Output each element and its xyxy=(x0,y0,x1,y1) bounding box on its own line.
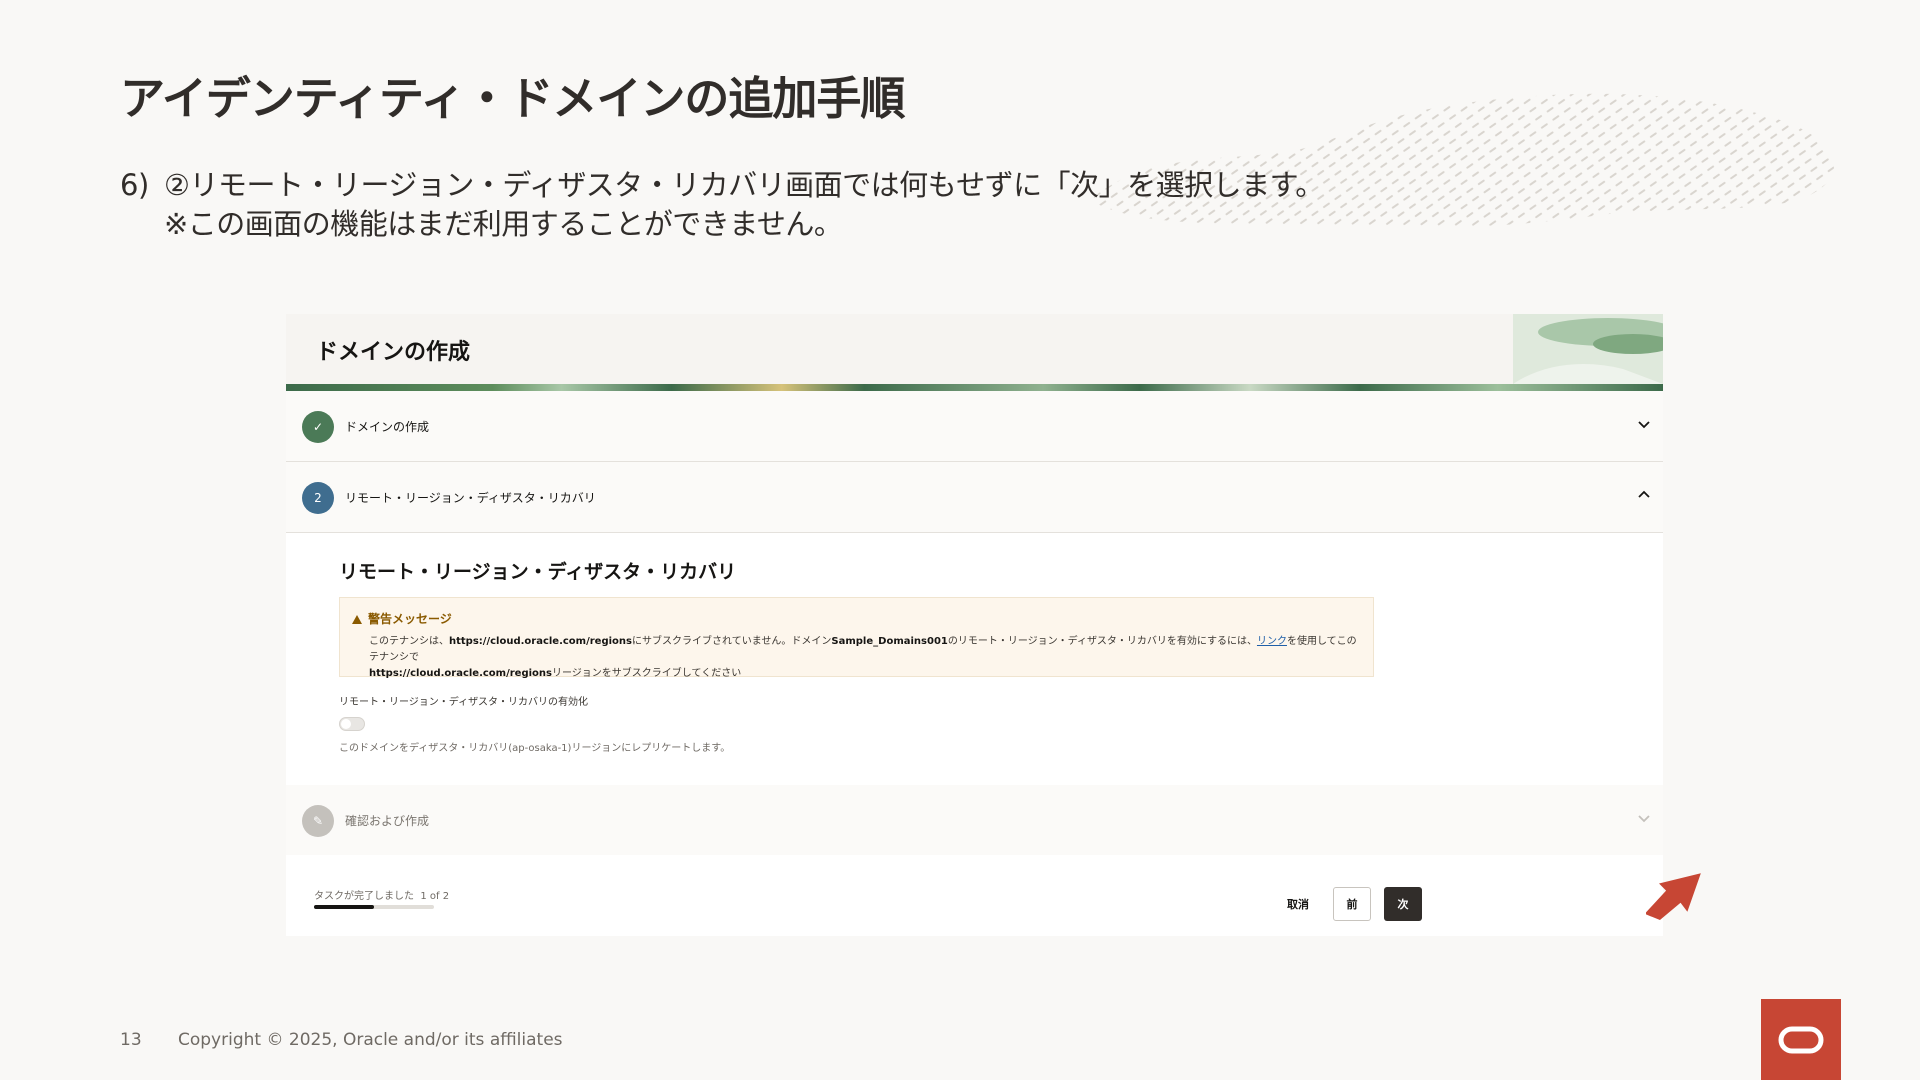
progress-count: 1 of 2 xyxy=(420,891,450,902)
toggle-label: リモート・リージョン・ディザスタ・リカバリの有効化 xyxy=(339,697,588,708)
progress-text: タスクが完了しました xyxy=(314,891,414,902)
warning-icon xyxy=(352,615,362,624)
warning-link[interactable]: リンク xyxy=(1257,636,1287,647)
check-icon: ✓ xyxy=(302,411,334,443)
page-number: 13 xyxy=(120,1030,142,1050)
toggle-help-text: このドメインをディザスタ・リカバリ(ap-osaka-1)リージョンにレプリケー… xyxy=(339,743,731,754)
copyright-text: Copyright © 2025, Oracle and/or its affi… xyxy=(178,1030,563,1050)
step-label: リモート・リージョン・ディザスタ・リカバリ xyxy=(345,491,596,505)
step-label: ドメインの作成 xyxy=(345,420,430,434)
chevron-up-icon[interactable] xyxy=(1635,486,1653,504)
step-label: 確認および作成 xyxy=(345,814,430,828)
progress-bar xyxy=(314,905,434,909)
dr-panel: リモート・リージョン・ディザスタ・リカバリ 警告メッセージ このテナンシは、ht… xyxy=(286,533,1663,785)
warning-title: 警告メッセージ xyxy=(352,610,452,627)
previous-button[interactable]: 前 xyxy=(1333,887,1371,921)
header-leaf-decoration xyxy=(1513,314,1663,384)
warning-url: https://cloud.oracle.com/regions xyxy=(449,636,632,647)
wizard-footer: タスクが完了しました 1 of 2 取消 前 次 xyxy=(286,874,1663,936)
wizard-header: ドメインの作成 xyxy=(286,314,1663,384)
chevron-down-icon[interactable] xyxy=(1635,809,1653,827)
warning-title-text: 警告メッセージ xyxy=(368,612,452,626)
warning-body: このテナンシは、https://cloud.oracle.com/regions… xyxy=(369,634,1359,682)
warning-message: 警告メッセージ このテナンシは、https://cloud.oracle.com… xyxy=(339,597,1374,679)
next-button[interactable]: 次 xyxy=(1384,887,1422,921)
create-domain-screenshot: ドメインの作成 ✓ ドメインの作成 2 リモート・リージョン・ディザスタ・リカバ… xyxy=(286,314,1663,936)
step-review-create[interactable]: ✎ 確認および作成 xyxy=(286,785,1663,855)
instruction-number: 6) xyxy=(120,168,149,202)
pointer-arrow-icon xyxy=(1646,873,1701,921)
panel-heading: リモート・リージョン・ディザスタ・リカバリ xyxy=(339,561,737,583)
wizard-title: ドメインの作成 xyxy=(316,340,471,365)
warning-text: このテナンシは、 xyxy=(369,636,449,647)
progress-label: タスクが完了しました 1 of 2 xyxy=(314,887,449,902)
warning-text: にサブスクライブされていません。ドメイン xyxy=(632,636,832,647)
instruction-text: 6) ②リモート・リージョン・ディザスタ・リカバリ画面では何もせずに「次」を選択し… xyxy=(120,166,1324,244)
oracle-logo-icon xyxy=(1778,1026,1824,1053)
warning-text: のリモート・リージョン・ディザスタ・リカバリを有効にするには、 xyxy=(947,636,1257,647)
pencil-icon: ✎ xyxy=(302,805,334,837)
enable-dr-toggle[interactable] xyxy=(339,717,365,731)
warning-url: https://cloud.oracle.com/regions xyxy=(369,668,552,679)
step-number-badge: 2 xyxy=(302,482,334,514)
header-stripe xyxy=(286,384,1663,391)
progress-fill xyxy=(314,905,374,909)
instruction-line-2: ※この画面の機能はまだ利用することができません。 xyxy=(164,207,843,241)
instruction-line-1: ②リモート・リージョン・ディザスタ・リカバリ画面では何もせずに「次」を選択します… xyxy=(164,168,1324,202)
oracle-logo xyxy=(1761,999,1841,1080)
chevron-down-icon[interactable] xyxy=(1635,415,1653,433)
warning-text: リージョンをサブスクライブしてください xyxy=(552,668,742,679)
step-create-domain[interactable]: ✓ ドメインの作成 xyxy=(286,391,1663,462)
warning-domain-name: Sample_Domains001 xyxy=(831,636,948,647)
step-remote-region-dr[interactable]: 2 リモート・リージョン・ディザスタ・リカバリ xyxy=(286,462,1663,533)
cancel-button[interactable]: 取消 xyxy=(1276,887,1320,921)
slide-title: アイデンティティ・ドメインの追加手順 xyxy=(120,72,905,125)
